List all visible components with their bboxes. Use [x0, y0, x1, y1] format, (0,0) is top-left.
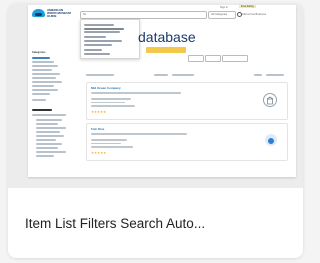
- template-card[interactable]: AMERICAN WOOD MUSEUM GUIDE Sign In Free …: [8, 3, 303, 258]
- filter-button: [205, 55, 221, 62]
- filter-button: [188, 55, 204, 62]
- preview-category-select: All Categories: [208, 11, 236, 19]
- preview-search-input: Se: [80, 11, 207, 19]
- brand-name: AMERICAN WOOD MUSEUM GUIDE: [47, 8, 71, 18]
- card-thumbnail[interactable]: AMERICAN WOOD MUSEUM GUIDE Sign In Free …: [8, 3, 303, 188]
- card-title[interactable]: Item List Filters Search Auto...: [25, 216, 205, 232]
- building-icon: [263, 93, 277, 107]
- autocomplete-dropdown: [80, 19, 140, 59]
- brand-logo-icon: [32, 9, 45, 17]
- listing-name: Fish Dive: [91, 127, 105, 131]
- results-toolbar: [86, 72, 286, 78]
- page-heading: database: [138, 29, 196, 45]
- fish-icon: [265, 134, 277, 146]
- sidebar-heading: Categories: [32, 51, 46, 54]
- listing-name: Mid Ocean Company: [91, 86, 121, 90]
- rating-stars: ★★★★★: [91, 151, 107, 155]
- listing-card: Mid Ocean Company ★★★★★: [86, 82, 288, 120]
- search-placeholder: Se: [83, 13, 87, 16]
- filter-button: [222, 55, 248, 62]
- category-select-value: All Categories: [211, 13, 228, 16]
- listing-card: Fish Dive ★★★★★: [86, 123, 288, 161]
- preview-screenshot: AMERICAN WOOD MUSEUM GUIDE Sign In Free …: [28, 5, 296, 177]
- rating-stars: ★★★★★: [91, 110, 107, 114]
- add-business-link: Add a Free Business: [242, 13, 267, 16]
- sign-in-link: Sign In: [220, 6, 229, 9]
- filter-bar: [146, 47, 186, 53]
- free-listing-link: Free listing: [239, 5, 256, 8]
